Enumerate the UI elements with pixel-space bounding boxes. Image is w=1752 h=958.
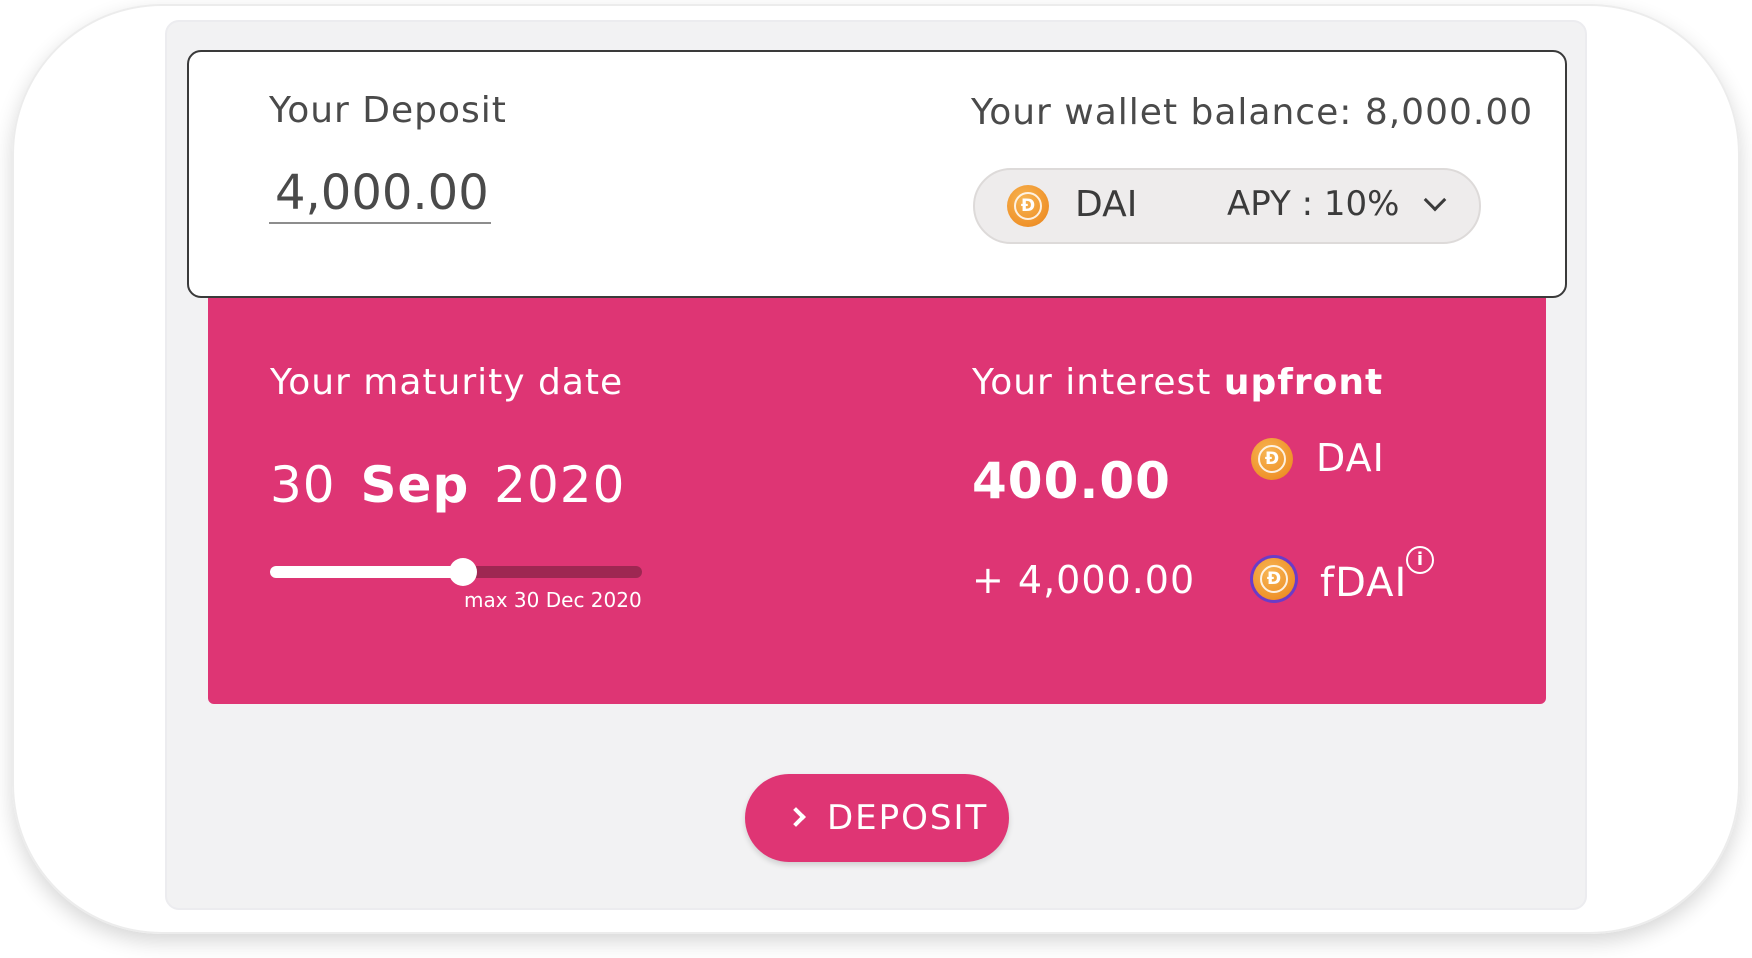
- deposit-card: Your Deposit Your wallet balance: 8,000.…: [187, 50, 1567, 298]
- dai-coin-icon: Đ: [1007, 185, 1049, 227]
- results-panel: Your maturity date Your interest upfront…: [208, 290, 1546, 704]
- deposit-button-label: DEPOSIT: [827, 798, 989, 838]
- interest-amount: 400.00: [972, 452, 1171, 510]
- maturity-label: Your maturity date: [270, 362, 624, 403]
- dai-coin-glyph: Đ: [1014, 192, 1042, 220]
- fdai-coin-glyph: Đ: [1260, 565, 1288, 593]
- principal-amount: + 4,000.00: [972, 558, 1196, 602]
- chevron-right-icon: [786, 807, 806, 827]
- deposit-button[interactable]: DEPOSIT: [745, 774, 1009, 862]
- slider-thumb[interactable]: [449, 558, 478, 586]
- info-icon[interactable]: i: [1406, 546, 1434, 574]
- dai-coin-icon: Đ: [1251, 438, 1293, 480]
- wallet-balance: Your wallet balance: 8,000.00: [971, 92, 1534, 133]
- maturity-month: Sep: [360, 456, 470, 514]
- maturity-date: 30 Sep 2020: [270, 456, 625, 514]
- slider-fill: [270, 566, 464, 578]
- interest-label: Your interest upfront: [972, 362, 1383, 403]
- chevron-down-icon: [1423, 188, 1447, 212]
- interest-token-name: DAI: [1316, 436, 1385, 480]
- fdai-coin-icon: Đ: [1253, 558, 1295, 600]
- selected-token-name: DAI: [1075, 184, 1138, 225]
- deposit-label: Your Deposit: [269, 90, 507, 131]
- interest-label-bold: upfront: [1223, 362, 1384, 403]
- interest-label-prefix: Your interest: [972, 362, 1212, 403]
- slider-max-caption: max 30 Dec 2020: [464, 588, 642, 612]
- apy-value: APY : 10%: [1227, 184, 1400, 224]
- maturity-slider[interactable]: [270, 558, 642, 586]
- maturity-year: 2020: [494, 456, 626, 514]
- maturity-day: 30: [270, 456, 336, 514]
- dai-coin-glyph: Đ: [1258, 445, 1286, 473]
- ftoken-name: fDAI: [1320, 560, 1408, 606]
- token-select-dropdown[interactable]: Đ DAI APY : 10%: [973, 168, 1481, 244]
- deposit-amount-input[interactable]: [269, 164, 491, 224]
